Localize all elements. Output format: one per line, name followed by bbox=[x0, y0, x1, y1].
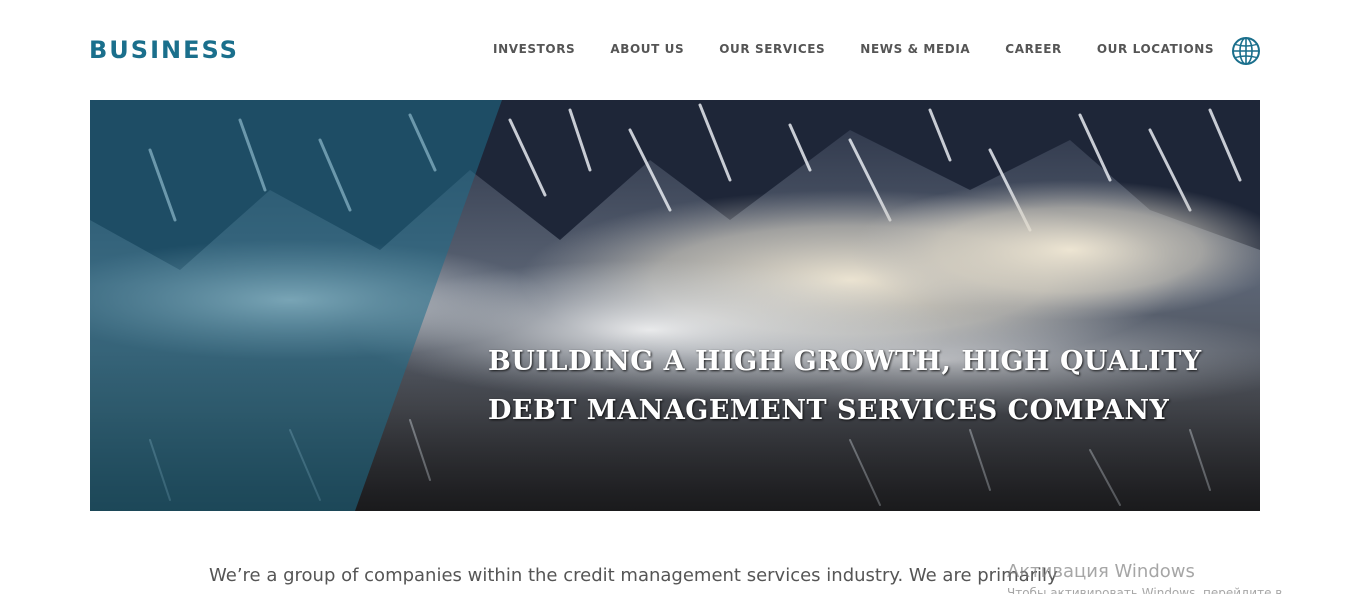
nav-item-about-us[interactable]: ABOUT US bbox=[610, 42, 684, 56]
nav-item-career[interactable]: CAREER bbox=[1005, 42, 1062, 56]
hero-headline-line2: DEBT MANAGEMENT SERVICES COMPANY bbox=[488, 395, 1170, 426]
intro-paragraph: We’re a group of companies within the cr… bbox=[209, 565, 1058, 586]
hero-headline-line1: BUILDING A HIGH GROWTH, HIGH QUALITY bbox=[488, 346, 1202, 377]
nav-item-our-locations[interactable]: OUR LOCATIONS bbox=[1097, 42, 1214, 56]
globe-icon[interactable] bbox=[1231, 36, 1261, 66]
windows-activation-title: Активация Windows bbox=[1007, 561, 1195, 582]
main-nav: INVESTORS ABOUT US OUR SERVICES NEWS & M… bbox=[493, 42, 1214, 56]
page: BUSINESS INVESTORS ABOUT US OUR SERVICES… bbox=[0, 0, 1345, 594]
site-header: BUSINESS INVESTORS ABOUT US OUR SERVICES… bbox=[0, 0, 1345, 100]
windows-activation-subtitle: Чтобы активировать Windows, перейдите в bbox=[1007, 586, 1283, 594]
hero-banner: BUILDING A HIGH GROWTH, HIGH QUALITY DEB… bbox=[90, 100, 1260, 511]
hero-mountain-image bbox=[90, 100, 1260, 511]
nav-item-our-services[interactable]: OUR SERVICES bbox=[719, 42, 825, 56]
nav-item-news-media[interactable]: NEWS & MEDIA bbox=[860, 42, 970, 56]
logo[interactable]: BUSINESS bbox=[89, 36, 239, 64]
hero-headline: BUILDING A HIGH GROWTH, HIGH QUALITY DEB… bbox=[488, 337, 1248, 435]
nav-item-investors[interactable]: INVESTORS bbox=[493, 42, 575, 56]
